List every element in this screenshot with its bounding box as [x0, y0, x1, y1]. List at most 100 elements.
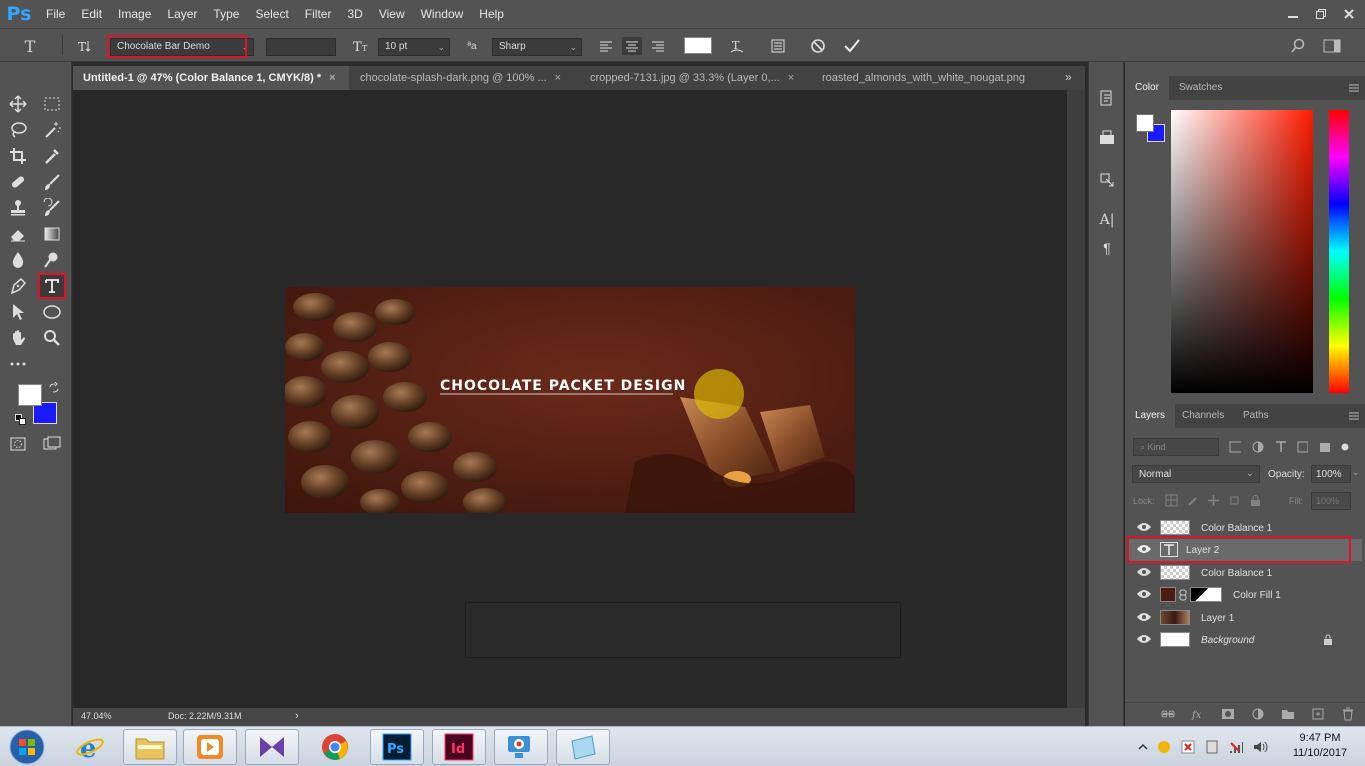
restore-icon[interactable] — [1315, 8, 1327, 20]
tab-roasted-almonds[interactable]: roasted_almonds_with_white_nougat.png — [812, 66, 1050, 90]
layer-filter-kind[interactable]: ⌕ Kind — [1133, 438, 1219, 456]
panel-menu-icon[interactable] — [1349, 84, 1359, 92]
tab-channels[interactable]: Channels — [1172, 404, 1234, 428]
visibility-eye-icon[interactable] — [1136, 588, 1152, 600]
anti-alias-select[interactable]: Sharp ⌄ — [492, 38, 582, 56]
tab-close-icon[interactable]: × — [788, 72, 794, 84]
search-icon[interactable] — [1288, 37, 1308, 55]
history-brush-icon[interactable] — [42, 198, 62, 218]
crop-tool-icon[interactable] — [8, 146, 28, 166]
workspace-icon[interactable] — [1322, 37, 1342, 55]
tab-swatches[interactable]: Swatches — [1169, 76, 1232, 100]
tab-untitled-1[interactable]: Untitled-1 @ 47% (Color Balance 1, CMYK/… — [73, 66, 349, 90]
visibility-eye-icon[interactable] — [1136, 521, 1152, 533]
tabs-overflow-icon[interactable]: » — [1065, 70, 1072, 84]
healing-brush-icon[interactable] — [8, 172, 28, 192]
adjustment-filter-icon[interactable] — [1251, 440, 1264, 454]
quick-mask-icon[interactable] — [8, 434, 28, 454]
tab-paths[interactable]: Paths — [1233, 404, 1279, 428]
shape-filter-icon[interactable] — [1296, 440, 1308, 454]
blend-mode-select[interactable]: Normal ⌄ — [1132, 465, 1260, 483]
pen-tool-icon[interactable] — [8, 276, 28, 296]
cancel-icon[interactable] — [808, 37, 828, 55]
tray-app-icon[interactable] — [1156, 739, 1172, 755]
brush-tool-icon[interactable] — [42, 172, 62, 192]
volume-icon[interactable] — [1252, 739, 1268, 755]
path-selection-icon[interactable] — [8, 302, 28, 322]
screen-mode-icon[interactable] — [42, 434, 62, 454]
visibility-eye-icon[interactable] — [1136, 611, 1152, 623]
foreground-color-swatch[interactable] — [18, 384, 42, 406]
menu-select[interactable]: Select — [247, 0, 296, 28]
menu-3d[interactable]: 3D — [339, 0, 370, 28]
align-center-icon[interactable] — [622, 37, 642, 55]
font-style-select[interactable] — [266, 38, 336, 56]
status-menu-arrow[interactable]: › — [295, 710, 299, 722]
align-right-icon[interactable] — [648, 37, 668, 55]
vertical-scrollbar[interactable] — [1067, 90, 1085, 708]
tab-chocolate-splash[interactable]: chocolate-splash-dark.png @ 100% ... × — [350, 66, 578, 90]
adjustments-icon[interactable] — [1097, 170, 1117, 190]
zoom-tool-icon[interactable] — [42, 328, 62, 348]
zoom-level[interactable]: 47.04% — [81, 711, 112, 721]
taskbar-indesign[interactable]: Id — [432, 729, 486, 765]
tab-color[interactable]: Color — [1125, 76, 1169, 100]
action-center-icon[interactable] — [1180, 739, 1196, 755]
panel-fg-swatch[interactable] — [1136, 114, 1154, 132]
taskbar-file-explorer[interactable] — [123, 729, 177, 765]
fill-field[interactable]: 100% — [1311, 492, 1351, 510]
opacity-field[interactable]: 100% — [1311, 465, 1351, 483]
hue-slider[interactable] — [1329, 110, 1349, 393]
tab-layers[interactable]: Layers — [1125, 404, 1176, 428]
minimize-icon[interactable] — [1287, 8, 1299, 20]
delete-layer-icon[interactable] — [1341, 707, 1355, 721]
gradient-tool-icon[interactable] — [42, 224, 62, 244]
text-orientation-icon[interactable]: T — [74, 37, 94, 55]
menu-window[interactable]: Window — [413, 0, 472, 28]
layer-row[interactable]: Color Fill 1 — [1128, 584, 1362, 606]
visibility-eye-icon[interactable] — [1136, 566, 1152, 578]
menu-type[interactable]: Type — [205, 0, 247, 28]
ellipse-tool-icon[interactable] — [42, 302, 62, 322]
font-size-select[interactable]: 10 pt ⌄ — [378, 38, 450, 56]
eyedropper-icon[interactable] — [42, 146, 62, 166]
lock-pixels-icon[interactable] — [1186, 494, 1199, 507]
new-layer-icon[interactable] — [1311, 707, 1325, 721]
warp-text-icon[interactable]: T — [727, 37, 747, 55]
swap-colors-icon[interactable] — [48, 382, 60, 394]
taskbar-camtasia[interactable] — [494, 729, 548, 765]
tab-close-icon[interactable]: × — [329, 72, 335, 84]
start-button[interactable] — [2, 729, 52, 765]
link-layers-icon[interactable] — [1161, 707, 1175, 721]
color-field[interactable] — [1171, 110, 1313, 393]
menu-file[interactable]: File — [38, 0, 73, 28]
panel-menu-icon[interactable] — [1349, 412, 1359, 420]
canvas-headline-text[interactable]: CHOCOLATE PACKET DESIGN — [440, 378, 686, 394]
menu-edit[interactable]: Edit — [73, 0, 110, 28]
menu-help[interactable]: Help — [471, 0, 512, 28]
commit-check-icon[interactable] — [842, 37, 862, 55]
text-color-swatch[interactable] — [684, 37, 712, 54]
show-hidden-icons[interactable] — [1138, 742, 1148, 752]
character-panel-icon[interactable] — [768, 37, 788, 55]
menu-layer[interactable]: Layer — [159, 0, 205, 28]
clock[interactable]: 9:47 PM 11/10/2017 — [1290, 731, 1350, 761]
add-mask-icon[interactable] — [1221, 707, 1235, 721]
layer-row[interactable]: Layer 1 — [1128, 607, 1362, 629]
menu-image[interactable]: Image — [110, 0, 159, 28]
tab-close-icon[interactable]: × — [555, 72, 561, 84]
canvas-area[interactable]: CHOCOLATE PACKET DESIGN — [73, 90, 1067, 708]
layer-row[interactable]: Background — [1128, 629, 1362, 651]
lock-all-icon[interactable] — [1249, 494, 1262, 507]
type-tool-button[interactable] — [38, 273, 66, 299]
tab-cropped-7131[interactable]: cropped-7131.jpg @ 33.3% (Layer 0,... × — [580, 66, 812, 90]
network-icon[interactable] — [1228, 739, 1244, 755]
dodge-tool-icon[interactable] — [42, 250, 62, 270]
new-adjustment-icon[interactable] — [1251, 707, 1265, 721]
marquee-tool-icon[interactable] — [42, 94, 62, 114]
taskbar-internet-explorer[interactable]: e — [63, 729, 117, 765]
taskbar-notes[interactable] — [556, 729, 610, 765]
layer-row[interactable]: Color Balance 1 — [1128, 562, 1362, 584]
blur-tool-icon[interactable] — [8, 250, 28, 270]
taskbar-photoshop[interactable]: Ps — [370, 729, 424, 765]
